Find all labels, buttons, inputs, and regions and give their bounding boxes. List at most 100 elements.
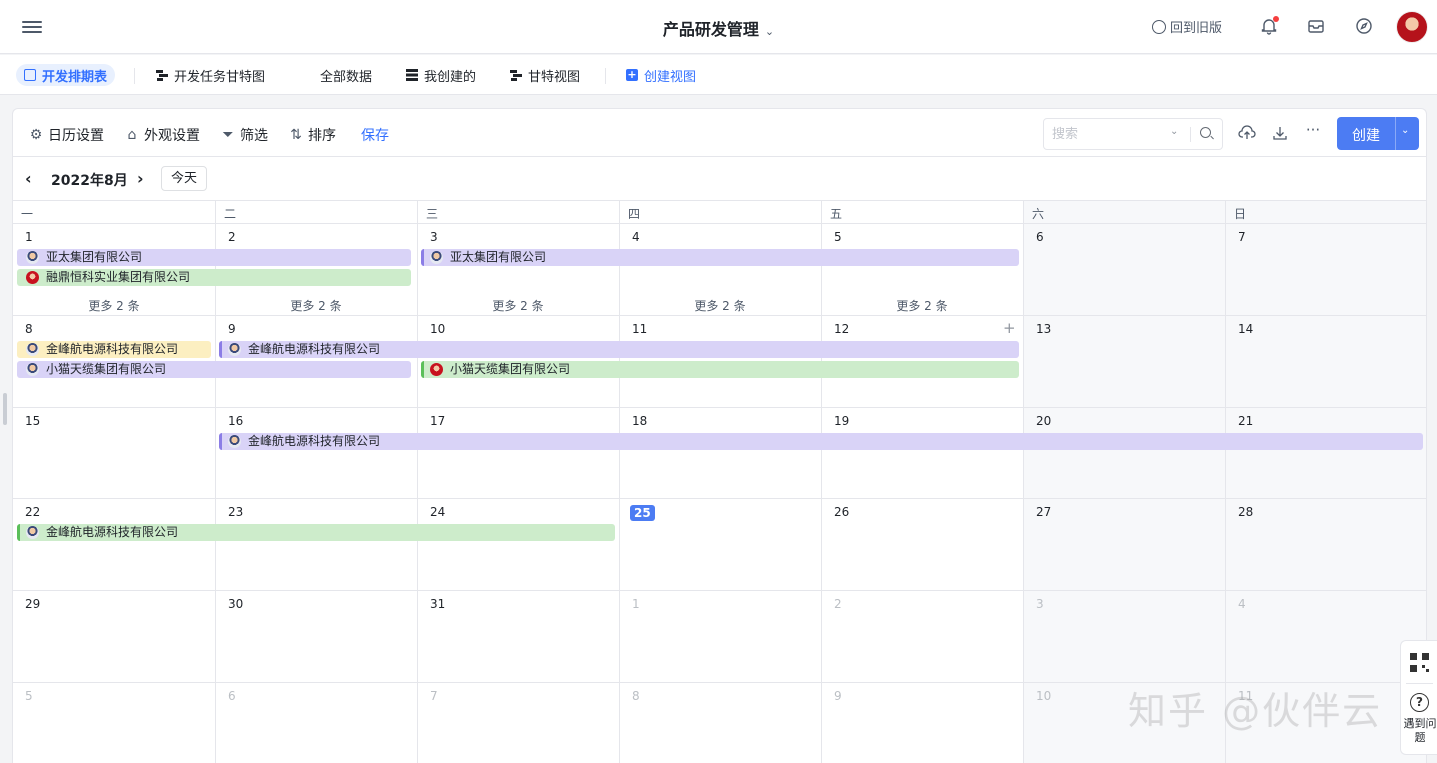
date-number: 9 — [834, 689, 842, 703]
date-number: 5 — [25, 689, 33, 703]
user-avatar[interactable] — [1396, 11, 1428, 43]
calendar-event[interactable]: 金峰航电源科技有限公司 — [17, 524, 615, 541]
weekday-header: 日 — [1225, 200, 1426, 224]
plus-icon: + — [626, 68, 638, 81]
day-cell[interactable]: 9 — [821, 683, 1023, 763]
date-number: 27 — [1036, 505, 1052, 519]
calendar-event[interactable]: 融鼎恒科实业集团有限公司 — [17, 269, 411, 286]
more-events-link[interactable]: 更多 2 条 — [417, 297, 619, 314]
more-events-link[interactable]: 更多 2 条 — [215, 297, 417, 314]
calendar-event[interactable]: 小猫天缆集团有限公司 — [421, 361, 1019, 378]
create-button[interactable]: 创建 ⌄ — [1337, 117, 1419, 150]
day-cell[interactable]: 26 — [821, 499, 1023, 591]
day-cell[interactable]: 10 — [1023, 683, 1225, 763]
avatar — [430, 251, 443, 264]
day-cell[interactable]: 1 — [619, 591, 821, 683]
calendar-event[interactable]: 金峰航电源科技有限公司 — [17, 341, 211, 358]
day-cell[interactable]: 2 — [821, 591, 1023, 683]
appearance-settings-button[interactable]: ⌂ 外观设置 — [125, 125, 200, 145]
day-cell[interactable]: 4 — [1225, 591, 1426, 683]
day-cell[interactable]: 6 — [215, 683, 417, 763]
event-label: 融鼎恒科实业集团有限公司 — [46, 270, 191, 284]
day-cell[interactable]: 11 — [1225, 683, 1426, 763]
next-month-icon[interactable]: › — [137, 169, 144, 188]
date-number: 1 — [632, 597, 640, 611]
day-cell[interactable]: 8 — [619, 683, 821, 763]
date-number: 7 — [1238, 230, 1246, 244]
tab-all-data[interactable]: 全部数据 — [294, 64, 380, 172]
day-cell[interactable]: 14 — [1225, 316, 1426, 408]
chevron-down-icon[interactable]: ⌄ — [1401, 125, 1409, 136]
more-events-link[interactable]: 更多 2 条 — [619, 297, 821, 314]
avatar — [26, 251, 39, 264]
day-cell[interactable]: 13 — [1023, 316, 1225, 408]
day-cell[interactable]: 7 — [417, 683, 619, 763]
day-cell[interactable]: 5 — [13, 683, 215, 763]
day-cell[interactable]: 29 — [13, 591, 215, 683]
more-options-icon[interactable]: ··· — [1304, 121, 1322, 139]
back-to-old-version-label: 回到旧版 — [1170, 21, 1223, 36]
calendar-settings-button[interactable]: ⚙ 日历设置 — [29, 125, 104, 145]
day-cell[interactable]: 18 — [619, 408, 821, 499]
back-to-old-version-button[interactable]: 回到旧版 — [1152, 17, 1222, 36]
avatar — [430, 363, 443, 376]
help-label[interactable]: 遇到问题 — [1403, 717, 1437, 745]
create-view-button[interactable]: + 创建视图 — [618, 64, 704, 86]
upload-icon[interactable] — [1238, 124, 1256, 142]
day-cell[interactable]: 17 — [417, 408, 619, 499]
today-button[interactable]: 今天 — [161, 166, 207, 191]
help-icon[interactable]: ? — [1410, 693, 1429, 712]
create-divider — [1395, 117, 1396, 150]
day-cell[interactable]: 24 — [417, 499, 619, 591]
day-cell[interactable]: 19 — [821, 408, 1023, 499]
more-events-link[interactable]: 更多 2 条 — [13, 297, 215, 314]
day-cell[interactable]: 23 — [215, 499, 417, 591]
day-cell[interactable]: 7 — [1225, 224, 1426, 316]
save-label: 保存 — [361, 128, 389, 144]
day-cell[interactable]: 20 — [1023, 408, 1225, 499]
calendar-event[interactable]: 亚太集团有限公司 — [17, 249, 411, 266]
date-number: 20 — [1036, 414, 1052, 428]
day-cell[interactable]: 21 — [1225, 408, 1426, 499]
download-icon[interactable] — [1271, 124, 1289, 142]
day-cell[interactable]: 22 — [13, 499, 215, 591]
tab-dev-gantt[interactable]: 开发任务甘特图 — [148, 64, 273, 86]
prev-month-icon[interactable]: ‹ — [25, 169, 32, 188]
tab-dev-schedule[interactable]: 开发排期表 — [16, 64, 116, 86]
search-icon[interactable] — [1200, 127, 1211, 138]
tab-gantt-view[interactable]: 甘特视图 — [502, 64, 588, 86]
calendar-event[interactable]: 亚太集团有限公司 — [421, 249, 1019, 266]
sidebar-resize-handle[interactable] — [3, 393, 7, 425]
day-cell[interactable]: 3 — [1023, 591, 1225, 683]
chevron-down-icon[interactable]: ⌄ — [1170, 126, 1178, 137]
date-number: 23 — [228, 505, 244, 519]
qr-code-icon[interactable] — [1410, 653, 1429, 672]
day-cell[interactable]: 27 — [1023, 499, 1225, 591]
tab-created-by-me[interactable]: 我创建的 — [398, 64, 484, 86]
search-input[interactable] — [1052, 125, 1162, 143]
date-number: 11 — [632, 322, 648, 336]
day-cell[interactable]: 30 — [215, 591, 417, 683]
calendar-event[interactable]: 金峰航电源科技有限公司 — [219, 341, 1019, 358]
day-cell[interactable]: 6 — [1023, 224, 1225, 316]
sort-button[interactable]: ⇅ 排序 — [289, 125, 336, 145]
add-event-icon[interactable]: + — [1003, 319, 1016, 337]
day-cell[interactable]: 16 — [215, 408, 417, 499]
date-number: 9 — [228, 322, 236, 336]
save-button[interactable]: 保存 — [361, 125, 389, 145]
more-events-link[interactable]: 更多 2 条 — [821, 297, 1023, 314]
calendar-event[interactable]: 金峰航电源科技有限公司 — [219, 433, 1423, 450]
inbox-icon[interactable] — [1307, 17, 1325, 35]
date-number: 10 — [1036, 689, 1052, 703]
day-cell[interactable]: 28 — [1225, 499, 1426, 591]
filter-button[interactable]: ⏷ 筛选 — [221, 125, 268, 145]
calendar-icon — [24, 69, 36, 81]
day-cell[interactable]: 25 — [619, 499, 821, 591]
compass-icon[interactable] — [1355, 17, 1373, 35]
gantt-icon — [156, 69, 168, 81]
day-cell[interactable]: 15 — [13, 408, 215, 499]
calendar-event[interactable]: 小猫天缆集团有限公司 — [17, 361, 411, 378]
date-number: 21 — [1238, 414, 1254, 428]
event-label: 亚太集团有限公司 — [450, 250, 547, 264]
day-cell[interactable]: 31 — [417, 591, 619, 683]
